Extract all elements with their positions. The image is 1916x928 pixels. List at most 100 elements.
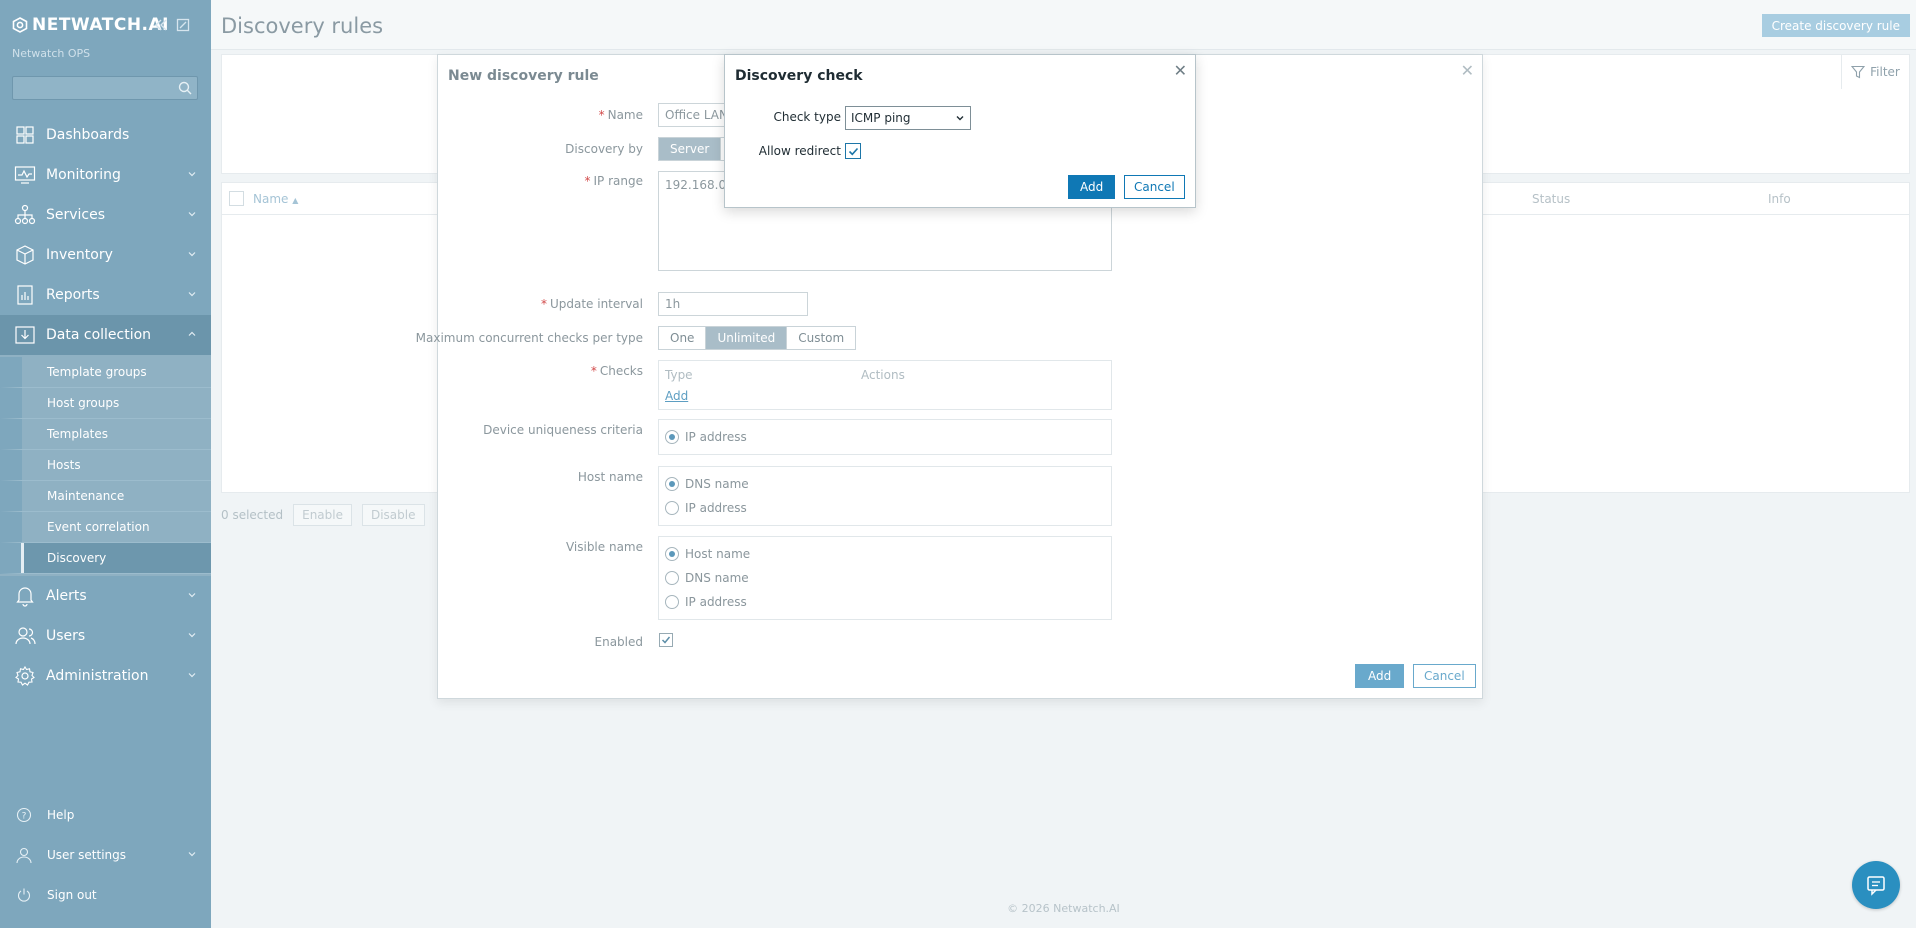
sidebar-item-reports[interactable]: Reports — [0, 275, 211, 315]
checkmark-icon — [848, 147, 858, 155]
uniqueness-options: IP address — [658, 419, 1112, 455]
max-checks-option-unlimited[interactable]: Unlimited — [706, 327, 788, 349]
checks-add-link[interactable]: Add — [665, 389, 688, 403]
uniqueness-ip-radio[interactable]: IP address — [659, 425, 1111, 449]
page-title: Discovery rules — [221, 14, 384, 38]
ip-range-label: * IP range — [584, 174, 643, 188]
sidebar-subitem-templates[interactable]: Templates — [0, 419, 211, 450]
check-type-value: ICMP ping — [851, 111, 911, 125]
close-icon[interactable]: ✕ — [1174, 61, 1187, 80]
sidebar-subitem-label: Hosts — [47, 458, 81, 472]
rule-cancel-button[interactable]: Cancel — [1413, 664, 1476, 688]
visible-name-ip-radio[interactable]: IP address — [659, 590, 1111, 614]
sidebar-subitem-event-correlation[interactable]: Event correlation — [0, 512, 211, 543]
sidebar-item-user-settings[interactable]: User settings — [0, 835, 211, 875]
update-interval-input[interactable]: 1h — [658, 292, 808, 316]
sidebar-item-inventory[interactable]: Inventory — [0, 235, 211, 275]
chevron-down-icon — [956, 116, 964, 121]
visible-name-dns-radio[interactable]: DNS name — [659, 566, 1111, 590]
column-header-status: Status — [1532, 192, 1571, 206]
rule-add-button[interactable]: Add — [1355, 664, 1405, 688]
sidebar-item-alerts[interactable]: Alerts — [0, 576, 211, 616]
uniqueness-label: Device uniqueness criteria — [483, 423, 643, 437]
sidebar-item-label: Alerts — [46, 588, 87, 604]
search-icon[interactable] — [177, 80, 193, 96]
update-interval-label: * Update interval — [540, 297, 643, 311]
data-collection-icon — [14, 324, 36, 346]
page-header: Discovery rules Create discovery rule — [211, 0, 1916, 50]
sidebar-item-label: Dashboards — [46, 127, 130, 143]
column-header-name[interactable]: Name ▲ — [253, 192, 298, 206]
visible-name-host-radio[interactable]: Host name — [659, 542, 1111, 566]
checkmark-icon — [661, 636, 671, 644]
bulk-actions: 0 selected Enable Disable — [221, 504, 425, 526]
sidebar-subitem-label: Maintenance — [47, 489, 125, 503]
sidebar-item-users[interactable]: Users — [0, 616, 211, 656]
radio-unselected — [665, 595, 679, 609]
selected-count: 0 selected — [221, 508, 284, 522]
sidebar-item-monitoring[interactable]: Monitoring — [0, 155, 211, 195]
chevron-down-icon — [188, 633, 196, 638]
sidebar-item-services[interactable]: Services — [0, 195, 211, 235]
select-all-checkbox[interactable] — [229, 191, 244, 206]
sidebar-subitem-maintenance[interactable]: Maintenance — [0, 481, 211, 512]
chevron-down-icon — [188, 852, 196, 857]
gear-icon — [14, 665, 36, 687]
create-discovery-rule-button[interactable]: Create discovery rule — [1761, 14, 1910, 37]
sidebar-item-data-collection[interactable]: Data collection — [0, 315, 211, 355]
max-checks-option-one[interactable]: One — [659, 327, 707, 349]
allow-redirect-checkbox[interactable] — [845, 143, 861, 159]
collapse-sidebar-icon[interactable] — [154, 18, 168, 32]
discovery-by-server-option[interactable]: Server — [659, 138, 722, 160]
check-type-label: Check type — [773, 110, 841, 124]
sidebar-item-dashboards[interactable]: Dashboards — [0, 115, 211, 155]
svg-text:?: ? — [22, 812, 27, 822]
host-name-dns-radio[interactable]: DNS name — [659, 472, 1111, 496]
check-cancel-button[interactable]: Cancel — [1124, 175, 1185, 199]
check-add-button[interactable]: Add — [1068, 175, 1116, 199]
radio-selected — [665, 430, 679, 444]
sidebar-subitem-hosts[interactable]: Hosts — [0, 450, 211, 481]
check-type-select[interactable]: ICMP ping — [845, 106, 971, 130]
enabled-checkbox[interactable] — [659, 633, 673, 647]
sidebar-item-label: Help — [47, 808, 75, 822]
chevron-down-icon — [188, 252, 196, 257]
sidebar-item-label: Reports — [46, 287, 100, 303]
sidebar-item-label: Users — [46, 628, 86, 644]
sidebar-item-help[interactable]: ? Help — [0, 795, 211, 835]
visible-name-label: Visible name — [565, 540, 643, 554]
power-icon — [14, 887, 34, 903]
visible-name-options: Host name DNS name IP address — [658, 536, 1112, 620]
enable-button[interactable]: Enable — [293, 504, 352, 526]
allow-redirect-label: Allow redirect — [758, 144, 841, 158]
filter-tab[interactable]: Filter — [1841, 55, 1909, 89]
dialog-title: New discovery rule — [448, 68, 599, 84]
sidebar-subitem-label: Templates — [47, 427, 109, 441]
reports-icon — [14, 284, 36, 306]
kiosk-mode-icon[interactable] — [176, 18, 190, 32]
close-icon[interactable]: ✕ — [1461, 61, 1474, 80]
max-checks-option-custom[interactable]: Custom — [787, 327, 856, 349]
main-nav: Dashboards Monitoring Services Inventory… — [0, 115, 211, 696]
sidebar-subitem-discovery[interactable]: Discovery — [0, 543, 211, 574]
chat-icon — [1867, 876, 1885, 896]
logo[interactable]: NETWATCH.AI — [12, 15, 169, 35]
sidebar-item-label: Monitoring — [46, 167, 121, 183]
sidebar-subitem-label: Template groups — [47, 365, 147, 379]
users-icon — [14, 625, 36, 647]
column-header-info: Info — [1768, 192, 1791, 206]
disable-button[interactable]: Disable — [361, 504, 425, 526]
sidebar-item-sign-out[interactable]: Sign out — [0, 875, 211, 915]
sidebar-subitem-template-groups[interactable]: Template groups — [0, 357, 211, 388]
sidebar-subitem-host-groups[interactable]: Host groups — [0, 388, 211, 419]
sidebar-search-input[interactable] — [12, 76, 198, 100]
sidebar-item-label: Data collection — [46, 327, 152, 343]
chevron-down-icon — [188, 292, 196, 297]
bottom-nav: ? Help User settings Sign out — [0, 795, 211, 915]
sidebar-item-administration[interactable]: Administration — [0, 656, 211, 696]
host-name-ip-radio[interactable]: IP address — [659, 496, 1111, 520]
filter-label: Filter — [1870, 65, 1900, 79]
host-name-options: DNS name IP address — [658, 466, 1112, 526]
chat-button[interactable] — [1852, 861, 1900, 909]
chevron-down-icon — [188, 673, 196, 678]
